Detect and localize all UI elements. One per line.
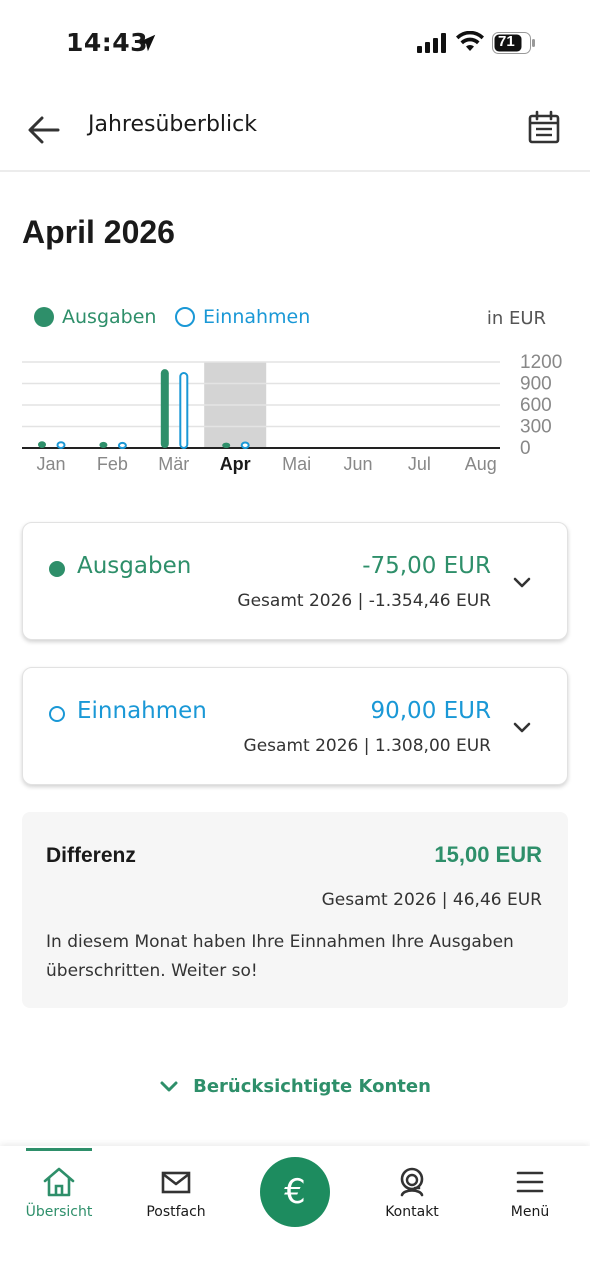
nav-kontakt-label: Kontakt — [385, 1204, 439, 1220]
x-tick-label: Mai — [282, 454, 311, 474]
mail-icon — [161, 1171, 191, 1194]
differenz-message: In diesem Monat haben Ihre Einnahmen Ihr… — [46, 932, 514, 981]
month-title: April 2026 — [22, 214, 175, 250]
euro-icon: € — [284, 1172, 306, 1212]
differenz-total: Gesamt 2026 | 46,46 EUR — [321, 890, 542, 910]
einnahmen-value: 90,00 EUR — [370, 698, 491, 724]
cellular-signal-icon — [417, 33, 446, 53]
bottom-navigation: Übersicht Postfach € Kontakt Menü — [0, 1146, 590, 1280]
chart-legend: Ausgaben Einnahmen in EUR — [30, 306, 550, 336]
hamburger-icon — [516, 1171, 544, 1193]
location-arrow-icon — [138, 34, 156, 52]
monthly-bar-chart[interactable]: 12009006003000 Jan Feb Mär Apr Mai Jun Jul Aug — [0, 350, 590, 480]
chart-unit-label: in EUR — [486, 308, 546, 329]
bar-einnahmen — [56, 441, 66, 449]
bar-ausgaben — [99, 441, 108, 448]
x-tick-label: Feb — [97, 454, 128, 474]
chevron-down-icon[interactable] — [511, 571, 533, 593]
filled-dot-icon — [34, 307, 54, 327]
app-header: Jahresüberblick — [0, 88, 590, 172]
x-tick-label: Jul — [408, 454, 431, 474]
bar-ausgaben — [222, 442, 231, 448]
y-tick-label: 300 — [520, 417, 552, 438]
x-tick-label: Jan — [36, 454, 65, 474]
bar-einnahmen — [117, 441, 127, 449]
einnahmen-label: Einnahmen — [77, 698, 207, 724]
x-tick-label: Aug — [465, 454, 497, 474]
wifi-icon — [456, 31, 484, 51]
legend-einnahmen[interactable]: Einnahmen — [175, 306, 310, 328]
nav-uebersicht-label: Übersicht — [25, 1204, 93, 1220]
x-tick-label: Jun — [343, 454, 372, 474]
x-tick-label: Mär — [158, 454, 189, 474]
ausgaben-card[interactable]: Ausgaben -75,00 EUR Gesamt 2026 | -1.354… — [22, 522, 568, 640]
y-tick-label: 600 — [520, 395, 552, 416]
bar-ausgaben — [38, 441, 46, 448]
page-title: Jahresüberblick — [88, 112, 257, 137]
y-tick-label: 1200 — [520, 352, 562, 373]
y-tick-label: 900 — [520, 374, 552, 395]
einnahmen-total: Gesamt 2026 | 1.308,00 EUR — [243, 736, 491, 756]
x-tick-label: Apr — [220, 454, 251, 474]
filled-dot-icon — [49, 561, 65, 577]
nav-kontakt[interactable]: Kontakt — [357, 1146, 467, 1246]
calendar-icon[interactable] — [526, 110, 562, 146]
nav-uebersicht[interactable]: Übersicht — [4, 1146, 114, 1246]
headset-icon — [400, 1167, 424, 1197]
status-bar: 14:43 71 — [0, 0, 590, 88]
battery-level: 71 — [498, 33, 515, 50]
differenz-label: Differenz — [46, 844, 136, 867]
euro-action-button[interactable]: € — [260, 1157, 330, 1227]
y-tick-label: 0 — [520, 438, 531, 459]
home-icon — [43, 1167, 75, 1197]
beruecksichtigte-konten-link[interactable]: Berücksichtigte Konten — [0, 1076, 590, 1097]
legend-ausgaben[interactable]: Ausgaben — [34, 306, 156, 328]
nav-postfach-label: Postfach — [146, 1204, 206, 1220]
nav-menu-label: Menü — [510, 1204, 550, 1220]
bar-einnahmen — [179, 372, 189, 449]
bar-einnahmen — [240, 441, 250, 450]
bar-ausgaben — [160, 369, 169, 448]
differenz-box: Differenz 15,00 EUR Gesamt 2026 | 46,46 … — [22, 812, 568, 1008]
hollow-dot-icon — [175, 307, 195, 327]
chevron-down-icon[interactable] — [511, 716, 533, 738]
ausgaben-value: -75,00 EUR — [362, 553, 491, 579]
ausgaben-label: Ausgaben — [77, 553, 192, 579]
battery-icon: 71 — [492, 32, 536, 54]
active-tab-indicator — [26, 1148, 92, 1151]
chevron-down-icon — [160, 1081, 178, 1092]
differenz-value: 15,00 EUR — [434, 842, 542, 867]
hollow-dot-icon — [49, 706, 65, 722]
einnahmen-card[interactable]: Einnahmen 90,00 EUR Gesamt 2026 | 1.308,… — [22, 667, 568, 785]
konten-link-label: Berücksichtigte Konten — [193, 1076, 431, 1097]
legend-einnahmen-label: Einnahmen — [203, 306, 311, 328]
ausgaben-total: Gesamt 2026 | -1.354,46 EUR — [237, 591, 491, 611]
legend-ausgaben-label: Ausgaben — [62, 306, 157, 328]
back-arrow-icon[interactable] — [24, 110, 64, 150]
nav-menu[interactable]: Menü — [475, 1146, 585, 1246]
nav-postfach[interactable]: Postfach — [121, 1146, 231, 1246]
